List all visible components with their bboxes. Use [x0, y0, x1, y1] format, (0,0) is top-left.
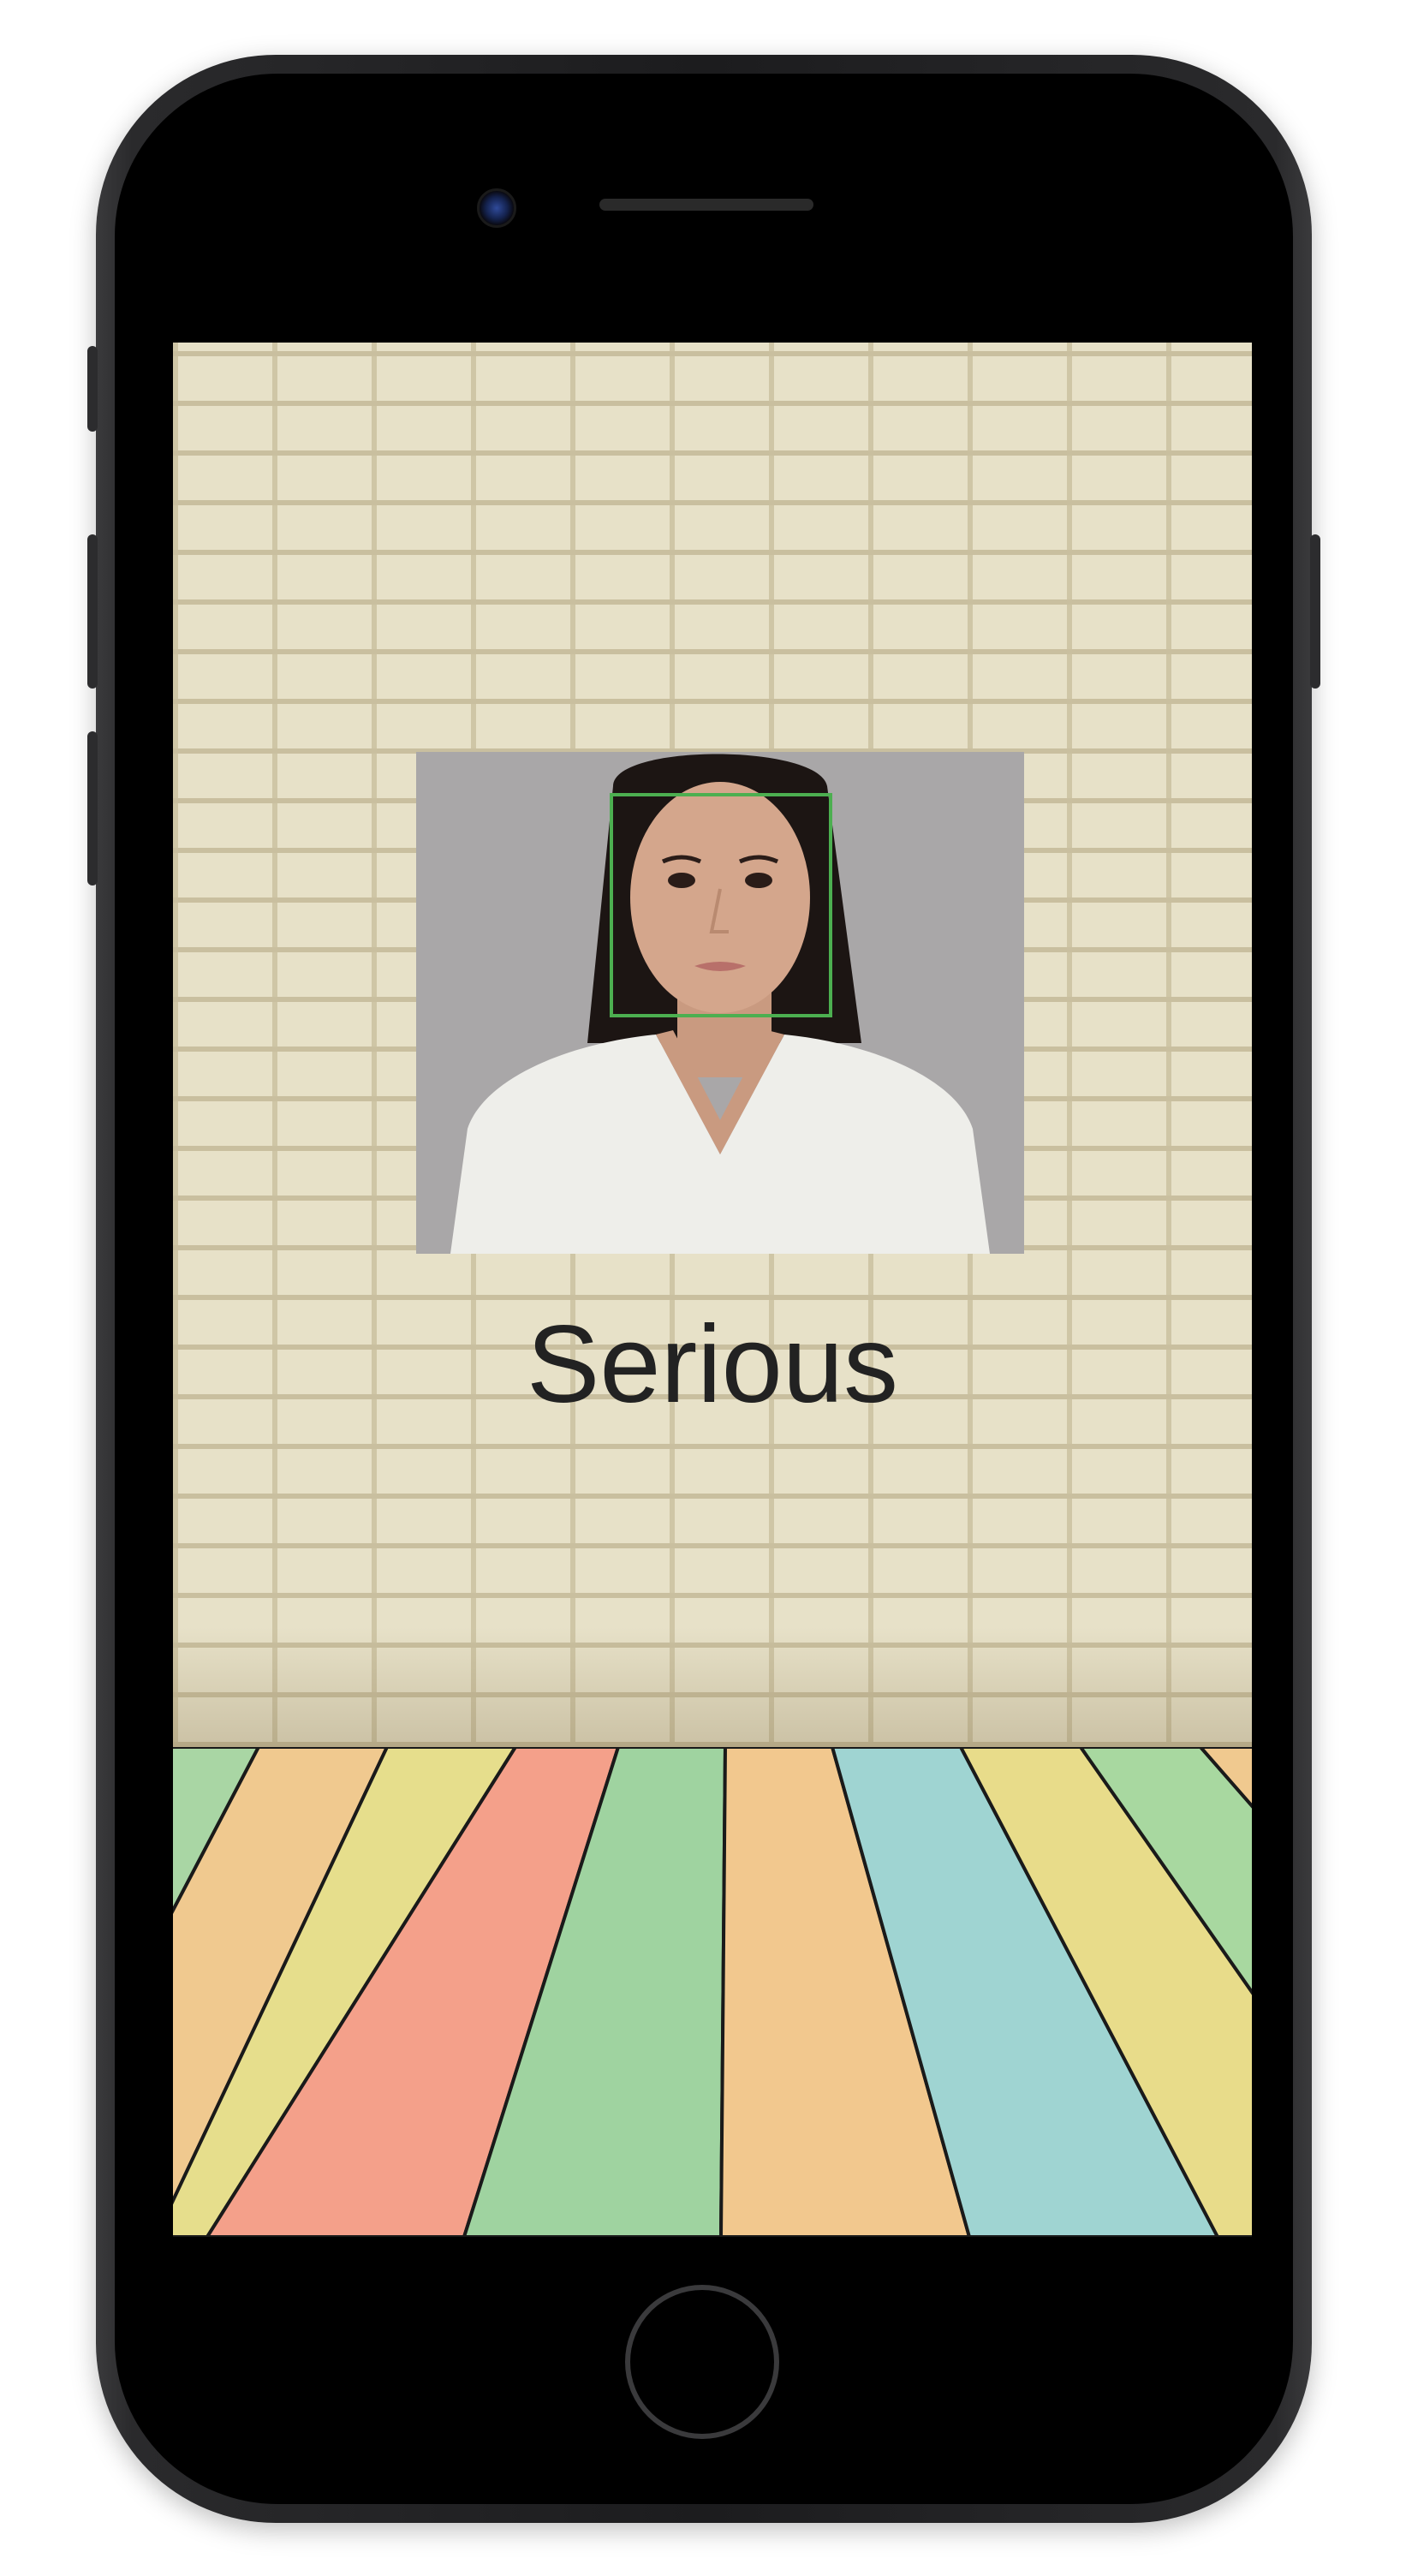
volume-down-button[interactable] — [87, 731, 98, 886]
power-button[interactable] — [1310, 534, 1320, 689]
camera-icon — [477, 188, 516, 228]
mute-switch[interactable] — [87, 346, 98, 432]
speaker-icon — [599, 199, 813, 211]
analyzed-photo — [416, 752, 1024, 1254]
app-screen: Serious — [173, 343, 1252, 2237]
wooden-floor-background — [173, 1747, 1252, 2237]
home-button[interactable] — [625, 2285, 779, 2439]
page: Serious — [0, 0, 1406, 2576]
wall-shadow — [173, 1627, 1252, 1747]
floor-planks — [173, 1747, 1252, 2237]
volume-up-button[interactable] — [87, 534, 98, 689]
emotion-label: Serious — [527, 1303, 898, 1426]
face-detection-box — [610, 793, 832, 1017]
